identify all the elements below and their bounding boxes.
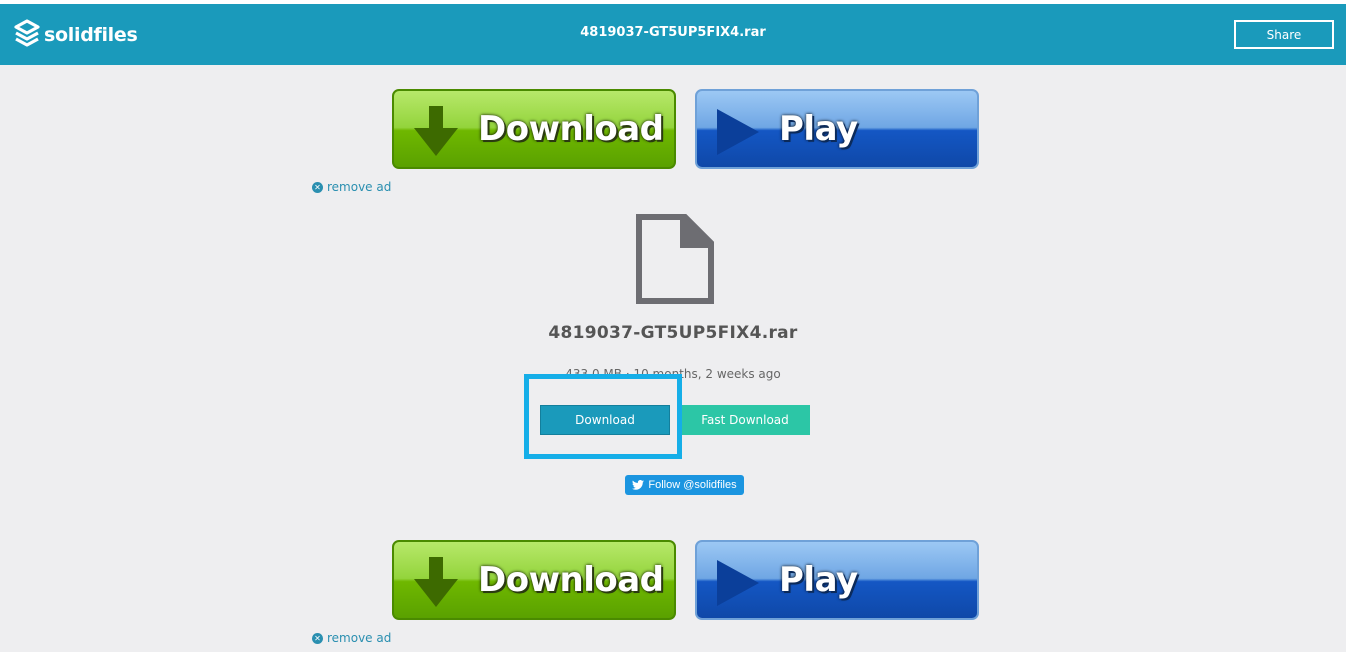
file-icon xyxy=(636,214,714,304)
page-title: 4819037-GT5UP5FIX4.rar xyxy=(580,25,766,40)
follow-label: Follow @solidfiles xyxy=(648,479,737,491)
file-name: 4819037-GT5UP5FIX4.rar xyxy=(548,323,798,343)
share-button[interactable]: Share xyxy=(1234,20,1334,49)
arrow-down-icon xyxy=(414,106,458,156)
ad-play-button-bottom[interactable]: Play xyxy=(695,540,979,620)
ad-download-button[interactable]: Download xyxy=(392,89,676,169)
arrow-down-icon xyxy=(414,557,458,607)
file-meta: 433.0 MB · 10 months, 2 weeks ago xyxy=(565,367,781,381)
remove-ad-label: remove ad xyxy=(327,631,392,645)
fast-download-button[interactable]: Fast Download xyxy=(680,405,810,435)
twitter-follow-button[interactable]: Follow @solidfiles xyxy=(625,475,744,495)
remove-ad-link[interactable]: ✕ remove ad xyxy=(312,180,391,194)
remove-ad-link-bottom[interactable]: ✕ remove ad xyxy=(312,631,391,645)
ad-play-label: Play xyxy=(779,560,858,600)
twitter-bird-icon xyxy=(632,480,645,490)
close-circle-icon: ✕ xyxy=(312,181,323,193)
header-bar: solidfiles 4819037-GT5UP5FIX4.rar Share xyxy=(0,4,1346,65)
download-button[interactable]: Download xyxy=(540,405,670,435)
play-icon xyxy=(717,560,759,606)
ad-download-label: Download xyxy=(478,560,664,600)
ad-download-button-bottom[interactable]: Download xyxy=(392,540,676,620)
ad-play-label: Play xyxy=(779,109,858,149)
remove-ad-label: remove ad xyxy=(327,180,392,194)
ad-play-button[interactable]: Play xyxy=(695,89,979,169)
play-icon xyxy=(717,109,759,155)
ad-download-label: Download xyxy=(478,109,664,149)
close-circle-icon: ✕ xyxy=(312,632,323,644)
